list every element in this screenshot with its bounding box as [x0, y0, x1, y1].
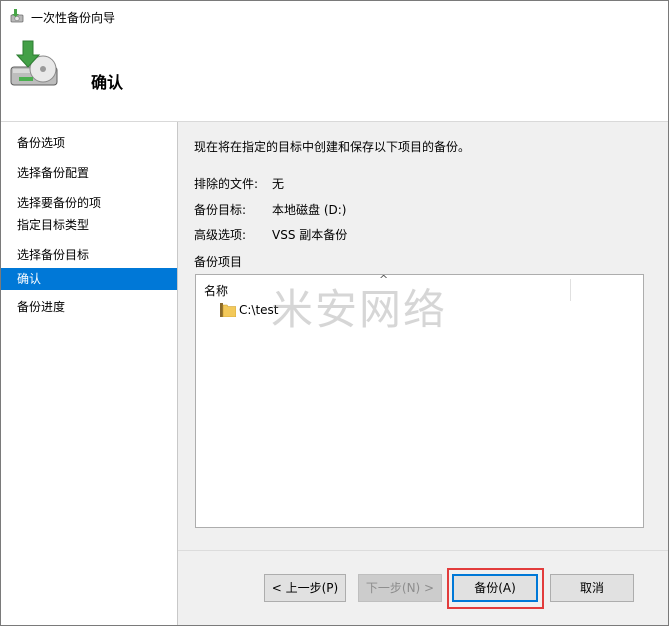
name-column-header[interactable]: 名称	[204, 282, 228, 299]
button-area-divider	[178, 550, 668, 551]
title-bar: 一次性备份向导	[1, 1, 668, 31]
backup-disk-icon	[7, 39, 63, 95]
window-title: 一次性备份向导	[31, 11, 116, 25]
excluded-files-value: 无	[272, 177, 285, 191]
advanced-options-value: VSS 副本备份	[272, 228, 348, 242]
sidebar-item-confirm[interactable]: 确认	[1, 268, 177, 290]
sidebar-item-select-target[interactable]: 选择备份目标	[1, 244, 177, 266]
backup-items-label: 备份项目	[194, 255, 243, 269]
sidebar-item-backup-options[interactable]: 备份选项	[1, 132, 177, 154]
wizard-header: 确认	[1, 31, 668, 121]
excluded-files-label: 排除的文件:	[194, 177, 259, 191]
watermark-text: 米安网络	[271, 285, 448, 334]
column-separator	[570, 279, 571, 301]
next-button[interactable]: 下一步(N) >	[358, 574, 442, 602]
page-title: 确认	[91, 73, 124, 92]
sidebar-item-select-config[interactable]: 选择备份配置	[1, 162, 177, 184]
back-button[interactable]: < 上一步(P)	[264, 574, 346, 602]
list-item[interactable]: C:\test	[220, 301, 279, 319]
sidebar-item-target-type[interactable]: 指定目标类型	[1, 214, 177, 236]
sidebar-item-select-items[interactable]: 选择要备份的项	[1, 192, 177, 214]
content-panel: 现在将在指定的目标中创建和保存以下项目的备份。 排除的文件: 无 备份目标: 本…	[178, 122, 668, 625]
wizard-steps-sidebar: 备份选项 选择备份配置 选择要备份的项 指定目标类型 选择备份目标 确认 备份进…	[1, 122, 178, 625]
advanced-options-label: 高级选项:	[194, 228, 247, 242]
backup-wizard-window: 一次性备份向导 确认 备份选项 选择备份配置 选择要备份的项 指定目标类型 选择…	[0, 0, 669, 626]
intro-text: 现在将在指定的目标中创建和保存以下项目的备份。	[194, 140, 471, 154]
cancel-button[interactable]: 取消	[550, 574, 634, 602]
backup-button-highlight	[447, 568, 544, 609]
folder-icon	[220, 303, 237, 318]
backup-target-label: 备份目标:	[194, 203, 247, 217]
backup-app-icon	[9, 8, 25, 24]
sidebar-item-progress[interactable]: 备份进度	[1, 296, 177, 318]
backup-target-value: 本地磁盘 (D:)	[272, 203, 347, 217]
